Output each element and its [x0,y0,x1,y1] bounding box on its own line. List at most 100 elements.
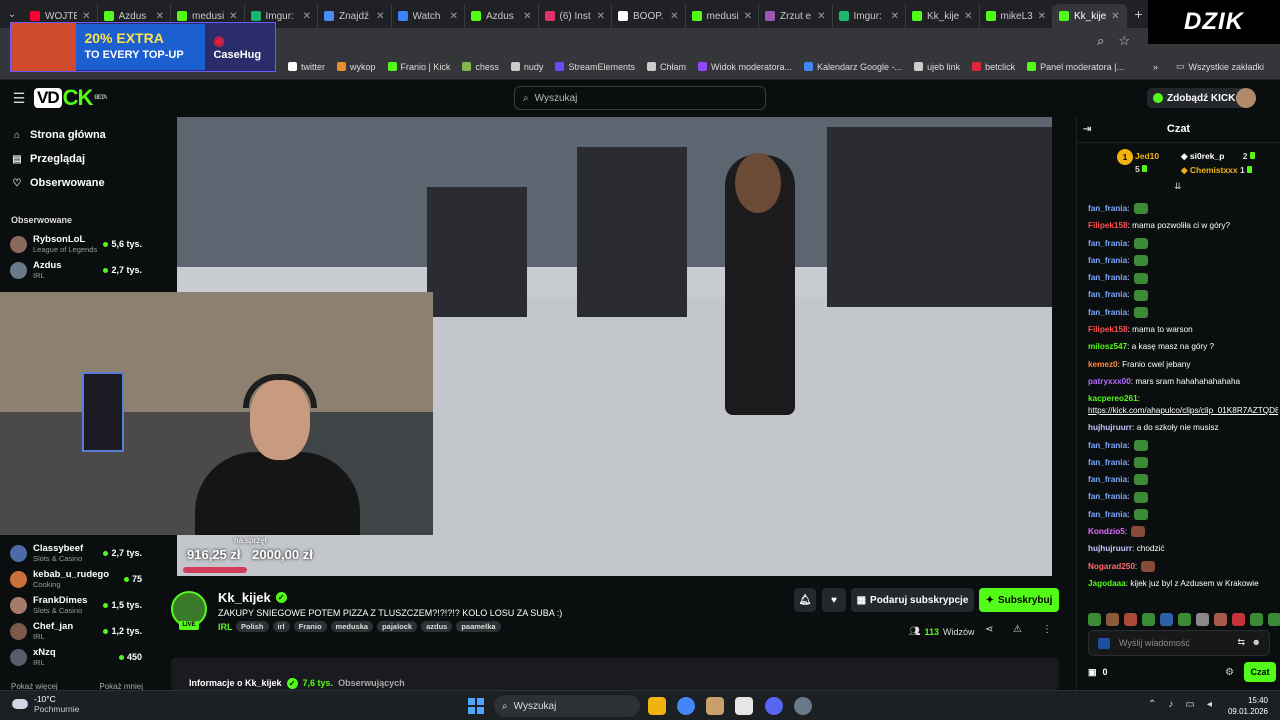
close-tab-icon[interactable]: ✕ [229,11,237,22]
sidebar-nav-item[interactable]: ⌂ Strona główna [0,123,150,147]
discord-icon[interactable] [765,697,783,715]
get-kicks-button[interactable]: Zdobądź KICKs [1147,88,1247,108]
close-tab-icon[interactable]: ✕ [964,11,972,22]
chat-settings-icon[interactable]: ⚙ [1225,667,1234,678]
gifter-name[interactable]: ◆ si0rek_p 2 [1181,151,1255,162]
all-bookmarks-folder[interactable]: ▭ Wszystkie zakładki [1170,61,1270,72]
chat-username[interactable]: Kondzio5 [1088,527,1125,536]
chat-username[interactable]: fan_frania [1088,204,1127,213]
followed-channel[interactable]: RybsonLoL League of Legends 5,6 tys. [0,231,150,257]
zoom-icon[interactable]: ⌕ [1097,33,1104,49]
share-icon[interactable]: ⋖ [985,624,993,635]
close-tab-icon[interactable]: ✕ [817,11,825,22]
file-explorer-icon[interactable] [648,697,666,715]
follow-heart-button[interactable]: ♥ [822,588,846,612]
show-more-link[interactable]: Pokaż więcej [11,682,58,690]
new-tab-button[interactable]: + [1127,6,1151,22]
gifter-name[interactable]: ◆ Chemistxxx 1 [1181,165,1252,176]
collapse-chat-icon[interactable]: ⇥ [1083,124,1091,135]
chat-username[interactable]: fan_frania [1088,510,1127,519]
chat-username[interactable]: Jagodaaa [1088,579,1126,588]
top-gifter-name[interactable]: Jed10 [1135,151,1159,161]
chat-username[interactable]: patryxxx00 [1088,377,1131,386]
chat-username[interactable]: fan_frania [1088,492,1127,501]
bookmark-item[interactable]: Chłam [641,62,692,72]
channel-name[interactable]: Kk_kijek ✓ [218,590,287,605]
chat-link[interactable]: https://kick.com/ahapulco/clips/clip_01K… [1088,406,1278,415]
kick-logo[interactable]: VD CK BETA [34,85,107,111]
followed-channel[interactable]: Chef_jan IRL 1,2 tys. [0,618,150,644]
browser-tab[interactable]: Kk_kije ✕ [1053,4,1127,28]
bookmark-item[interactable]: Widok moderatora... [692,62,798,72]
browser-tab[interactable]: Azdus ✕ [465,4,539,28]
emoji-icon[interactable]: ☻ [1252,637,1261,647]
bookmark-item[interactable]: betclick [966,62,1021,72]
bookmark-item[interactable]: chess [456,62,505,72]
more-bookmarks-icon[interactable]: » [1153,62,1158,72]
chat-username[interactable]: hujhujruurr [1088,423,1132,432]
sidebar-nav-item[interactable]: ♡ Obserwowane [0,171,150,195]
followed-channel[interactable]: Classybeef Slots & Casino 2,7 tys. [0,540,150,566]
bookmark-star-icon[interactable]: ☆ [1118,33,1130,49]
settings-icon[interactable] [794,697,812,715]
bookmark-item[interactable]: Franio | Kick [382,62,457,72]
promo-banner[interactable]: 20% EXTRA TO EVERY TOP-UP ◉ CaseHug [10,22,276,72]
close-tab-icon[interactable]: ✕ [597,11,605,22]
followed-channel[interactable]: FrankDimes Slots & Casino 1,5 tys. [0,592,150,618]
stream-category[interactable]: IRL [218,622,233,632]
close-tab-icon[interactable]: ✕ [1038,11,1046,22]
translate-icon[interactable]: ⇆ [1237,637,1245,648]
stream-tag[interactable]: irl [272,621,290,632]
gift-sub-button[interactable]: ▦ Podaruj subskrypcje [851,588,974,612]
browser-tab[interactable]: Watch ✕ [392,4,465,28]
chat-username[interactable]: fan_frania [1088,308,1127,317]
chat-username[interactable]: fan_frania [1088,475,1127,484]
followed-channel[interactable]: kebab_u_rudego Cooking 75 [0,566,150,592]
send-chat-button[interactable]: Czat [1244,662,1276,682]
bookmark-item[interactable]: nudy [505,62,550,72]
followed-channel[interactable]: xNzq IRL 450 [0,644,150,670]
user-avatar[interactable] [1236,88,1256,108]
chat-username[interactable]: fan_frania [1088,256,1127,265]
subscribe-button[interactable]: ✦ Subskrybuj [979,588,1059,612]
stream-tag[interactable]: Franio [293,621,327,632]
close-tab-icon[interactable]: ✕ [523,11,531,22]
stream-tag[interactable]: pajalock [377,621,418,632]
chat-username[interactable]: Filipek158 [1088,325,1128,334]
chat-username[interactable]: kemez0 [1088,360,1118,369]
chat-username[interactable]: fan_frania [1088,273,1127,282]
sidebar-nav-item[interactable]: ▤ Przeglądaj [0,147,150,171]
chat-username[interactable]: Nogarad250 [1088,562,1135,571]
tray-expand-icon[interactable]: ⌃ [1148,699,1156,710]
close-tab-icon[interactable]: ✕ [891,11,899,22]
close-tab-icon[interactable]: ✕ [376,11,384,22]
menu-icon[interactable]: ☰ [4,90,34,107]
bookmark-item[interactable]: StreamElements [549,62,641,72]
close-tab-icon[interactable]: ✕ [744,11,752,22]
bookmark-item[interactable]: wykop [331,62,382,72]
close-tab-icon[interactable]: ✕ [303,11,311,22]
browser-tab[interactable]: Znajdź ✕ [318,4,392,28]
browser-tab[interactable]: Zrzut e ✕ [759,4,833,28]
close-tab-icon[interactable]: ✕ [450,11,458,22]
browser-tab[interactable]: Imgur: ✕ [833,4,906,28]
browser-tab[interactable]: (6) Inst ✕ [539,4,612,28]
browser-tab[interactable]: Kk_kije ✕ [906,4,980,28]
bookmark-item[interactable]: Panel moderatora |... [1021,62,1130,72]
stream-tag[interactable]: Polish [236,621,269,632]
chat-username[interactable]: kacpereo261 [1088,394,1138,403]
close-tab-icon[interactable]: ✕ [156,11,164,22]
taskbar-search[interactable]: ⌕ Wyszukaj [494,695,640,717]
close-tab-icon[interactable]: ✕ [670,11,678,22]
start-button[interactable] [468,698,484,714]
browser-tab[interactable]: BOOP. ✕ [612,4,686,28]
report-icon[interactable]: ⚠ [1013,624,1022,635]
chat-username[interactable]: fan_frania [1088,441,1127,450]
close-tab-icon[interactable]: ✕ [82,11,90,22]
chat-input[interactable]: Wyślij wiadomość ⇆ ☻ [1088,630,1270,656]
search-input[interactable]: ⌕ Wyszukaj [514,86,766,110]
chat-username[interactable]: fan_frania [1088,239,1127,248]
stream-tag[interactable]: paamelka [456,621,501,632]
more-options-icon[interactable]: ⋮ [1042,624,1052,635]
bookmark-item[interactable]: twitter [282,62,331,72]
